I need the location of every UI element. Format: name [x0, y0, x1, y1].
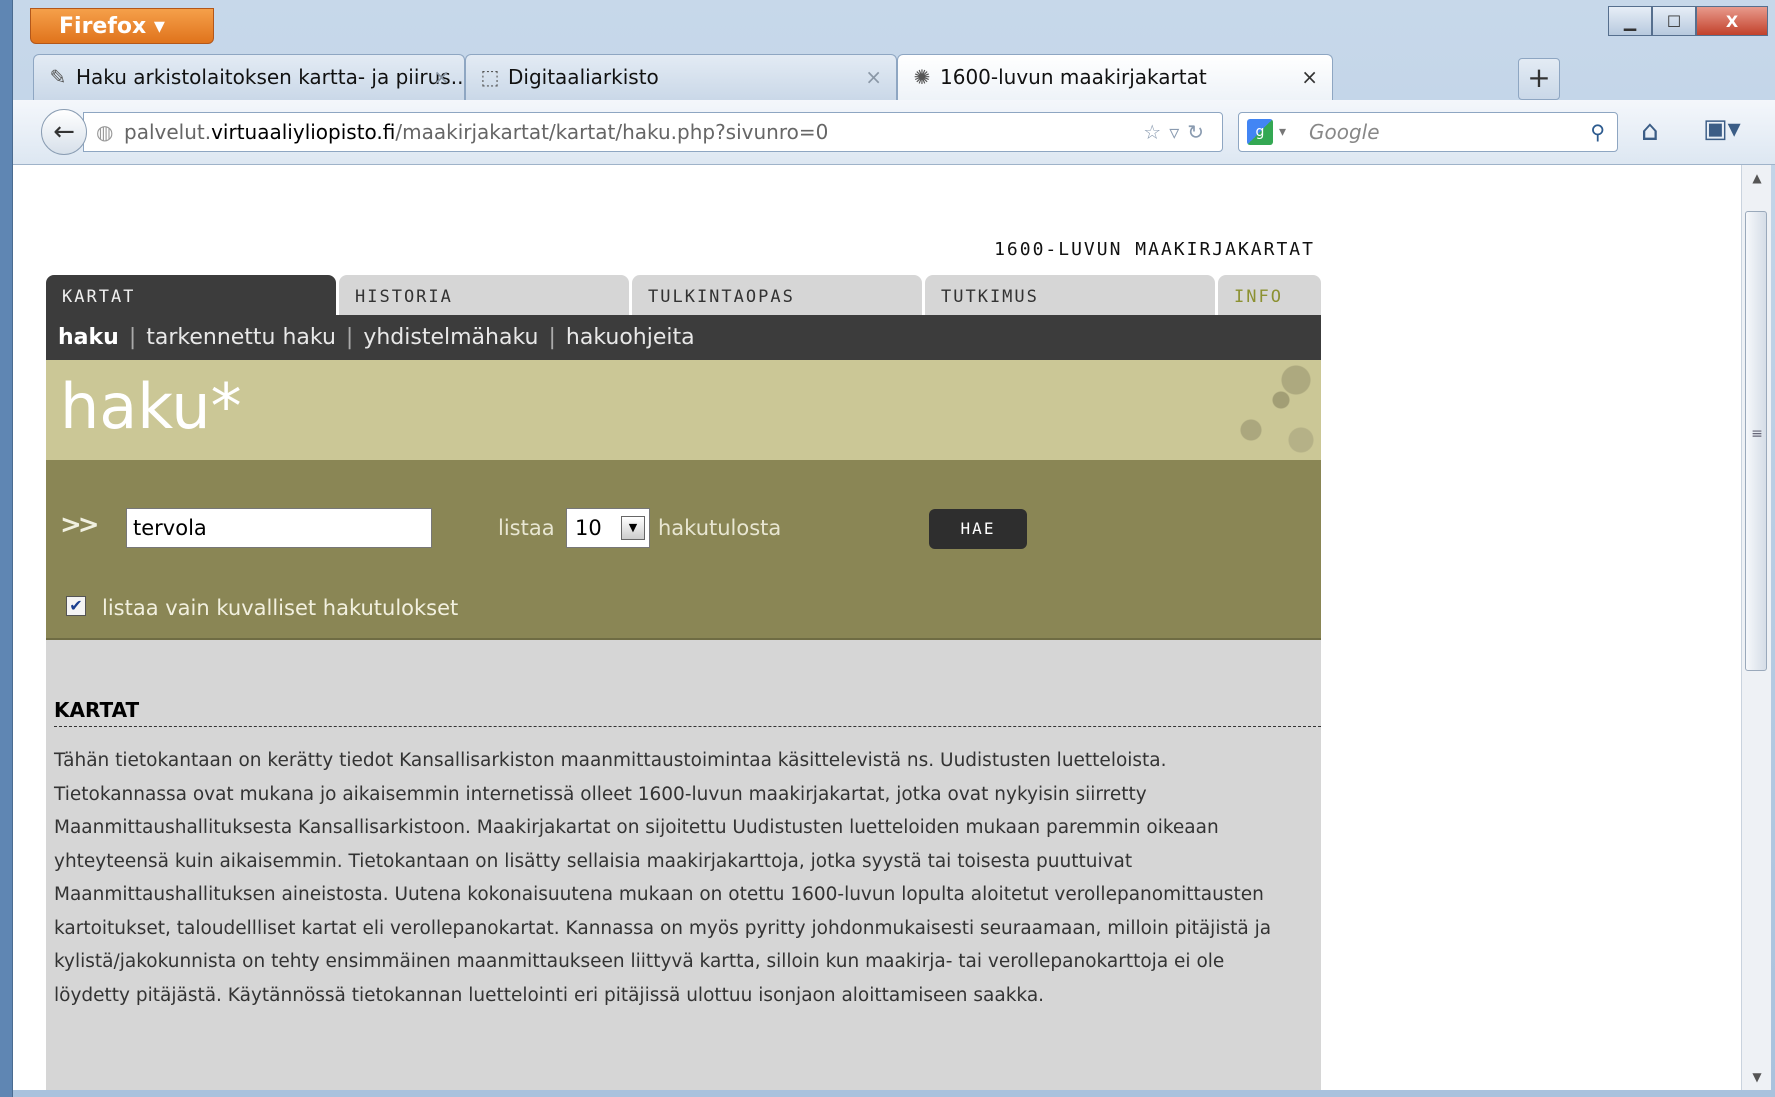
subnav-separator: | — [345, 325, 354, 350]
loading-icon: ✺ — [913, 65, 931, 89]
firefox-menu-button[interactable]: Firefox ▾ — [30, 8, 214, 44]
tab-label: Haku arkistolaitoksen kartta- ja piirus.… — [76, 65, 465, 89]
address-bar[interactable]: ◍ palvelut.virtuaaliyliopisto.fi/maakirj… — [83, 112, 1223, 152]
browser-window: Firefox ▾ ▁ ☐ X ✎ Haku arkistolaitoksen k… — [12, 0, 1775, 1097]
results-label: hakutulosta — [658, 516, 782, 540]
page-banner: haku* — [46, 360, 1321, 460]
subnav-yhdistelmahaku[interactable]: yhdistelmähaku — [363, 325, 538, 350]
back-button[interactable]: ← — [41, 109, 87, 155]
close-window-button[interactable]: X — [1696, 6, 1768, 36]
map-decoration-image — [1221, 360, 1321, 460]
tab-label: 1600-luvun maakirjakartat — [940, 65, 1207, 89]
url-host: virtuaaliyliopisto.fi — [211, 120, 396, 144]
list-label: listaa — [498, 516, 555, 540]
maximize-button[interactable]: ☐ — [1652, 6, 1696, 36]
back-arrow-icon: ← — [53, 117, 75, 147]
result-count-value: 10 — [575, 516, 602, 540]
search-engine-dropdown-icon[interactable]: ▾ — [1279, 113, 1286, 151]
only-images-checkbox[interactable]: ✔ — [66, 596, 86, 616]
search-box[interactable]: g ▾ Google ⚲ — [1238, 112, 1618, 152]
minimize-button[interactable]: ▁ — [1608, 6, 1652, 36]
site-title: 1600-LUVUN MAAKIRJAKARTAT — [994, 239, 1315, 260]
close-tab-icon[interactable]: × — [865, 55, 882, 99]
result-count-select[interactable]: 10 ▼ — [566, 508, 650, 548]
subnav-haku[interactable]: haku — [58, 325, 119, 350]
tab-digitaaliarkisto[interactable]: ⬚ Digitaaliarkisto × — [465, 54, 897, 100]
google-icon[interactable]: g — [1247, 119, 1273, 145]
main-tab-tutkimus[interactable]: TUTKIMUS — [925, 275, 1215, 315]
url-actions: ☆▿↻ — [1143, 113, 1212, 151]
sub-navigation: haku | tarkennettu haku | yhdistelmähaku | hak… — [46, 315, 1321, 360]
main-tab-historia[interactable]: HISTORIA — [339, 275, 629, 315]
search-button[interactable]: HAE — [929, 509, 1027, 549]
vertical-scrollbar[interactable]: ▲ ≡ ▼ — [1741, 165, 1771, 1090]
search-magnifier-icon[interactable]: ⚲ — [1590, 113, 1605, 151]
search-input[interactable] — [126, 508, 432, 548]
scroll-down-arrow-icon[interactable]: ▼ — [1742, 1064, 1772, 1090]
article-heading: KARTAT — [54, 698, 1321, 727]
history-dropdown-icon[interactable]: ▿ — [1169, 120, 1187, 144]
url-host-prefix: palvelut. — [124, 120, 212, 144]
tab-arkistolaitos[interactable]: ✎ Haku arkistolaitoksen kartta- ja piirus… — [33, 54, 465, 100]
dropdown-arrow-icon[interactable]: ▼ — [621, 516, 645, 540]
subnav-separator: | — [128, 325, 137, 350]
page-content: 1600-LUVUN MAAKIRJAKARTAT KARTAT HISTORI… — [13, 165, 1741, 1090]
window-controls: ▁ ☐ X — [1608, 6, 1768, 36]
page-title: haku* — [60, 370, 242, 443]
scroll-grip-icon: ≡ — [1751, 426, 1763, 442]
reload-icon[interactable]: ↻ — [1187, 120, 1212, 144]
search-placeholder: Google — [1309, 120, 1380, 144]
scroll-thumb[interactable]: ≡ — [1745, 211, 1767, 671]
main-tab-tulkintaopas[interactable]: TULKINTAOPAS — [632, 275, 922, 315]
tab-favicon-icon: ✎ — [49, 65, 67, 89]
subnav-hakuohjeita[interactable]: hakuohjeita — [566, 325, 695, 350]
main-navigation: KARTAT HISTORIA TULKINTAOPAS TUTKIMUS IN… — [46, 275, 1321, 315]
article-text: Tähän tietokantaan on kerätty tiedot Kan… — [54, 750, 1272, 1006]
main-tab-kartat[interactable]: KARTAT — [46, 275, 336, 315]
bookmarks-menu-icon[interactable]: ▣▾ — [1703, 114, 1741, 144]
scroll-up-arrow-icon[interactable]: ▲ — [1742, 165, 1772, 191]
article-section: KARTAT Tähän tietokantaan on kerätty tie… — [46, 640, 1321, 1090]
tab-favicon-icon: ⬚ — [480, 65, 500, 89]
navigation-bar: ◍ palvelut.virtuaaliyliopisto.fi/maakirj… — [13, 100, 1775, 165]
subnav-separator: | — [548, 325, 556, 350]
tab-bar: ✎ Haku arkistolaitoksen kartta- ja piirus… — [33, 54, 1773, 100]
tab-label: Digitaaliarkisto — [508, 65, 659, 89]
title-bar: Firefox ▾ ▁ ☐ X — [13, 0, 1775, 50]
main-tab-info[interactable]: INFO — [1218, 275, 1321, 315]
close-tab-icon[interactable]: × — [433, 55, 450, 99]
home-icon[interactable]: ⌂ — [1641, 114, 1659, 147]
new-tab-button[interactable]: + — [1518, 58, 1560, 100]
only-images-label[interactable]: listaa vain kuvalliset hakutulokset — [102, 596, 458, 620]
subnav-tarkennettu-haku[interactable]: tarkennettu haku — [146, 325, 336, 350]
tab-maakirjakartat[interactable]: ✺ 1600-luvun maakirjakartat × — [897, 54, 1333, 100]
globe-icon: ◍ — [96, 120, 114, 144]
search-panel: >> listaa 10 ▼ hakutulosta HAE ✔ listaa … — [46, 460, 1321, 640]
double-arrow-icon: >> — [60, 510, 100, 540]
bookmark-star-icon[interactable]: ☆ — [1143, 120, 1169, 144]
close-tab-icon[interactable]: × — [1301, 55, 1318, 99]
url-path: /maakirjakartat/kartat/haku.php?sivunro=… — [395, 120, 829, 144]
